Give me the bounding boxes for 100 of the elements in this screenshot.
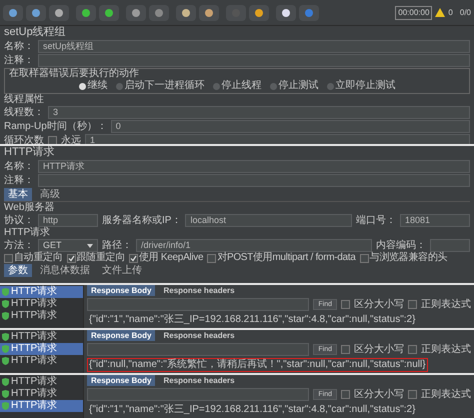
checkbox[interactable] [341, 345, 350, 354]
server-field[interactable]: localhost [185, 214, 352, 227]
search-field[interactable] [87, 343, 310, 356]
checkbox-label: 区分大小写 [354, 298, 404, 312]
field-label: 服务器名称或IP： [102, 216, 182, 226]
tree-item[interactable]: HTTP请求 [0, 286, 83, 298]
tree-item[interactable]: HTTP请求 [0, 310, 83, 322]
name-field[interactable]: setUp线程组 [38, 40, 470, 53]
checkbox-label: 与浏览器兼容的头 [370, 253, 448, 263]
checkbox[interactable] [408, 300, 417, 309]
radio-option[interactable]: 继续 [78, 81, 108, 91]
checkbox[interactable] [341, 300, 350, 309]
radio-option[interactable]: 立即停止测试 [326, 81, 396, 91]
path-field[interactable]: /driver/info/1 [136, 239, 372, 252]
field-label: 端口号： [356, 216, 396, 226]
tab[interactable]: 基本 [4, 188, 32, 201]
section-label: HTTP请求 [4, 228, 52, 238]
field-label: 路径： [102, 240, 132, 250]
loops-field[interactable]: 1 [85, 134, 470, 144]
protocol-field[interactable]: http [38, 214, 98, 227]
field-label: 注释： [4, 176, 34, 186]
rampup-field[interactable]: 0 [110, 120, 470, 133]
checkbox[interactable] [360, 254, 369, 262]
group-legend: 在取样器错误后要执行的动作 [9, 69, 465, 79]
panel-title: setUp线程组 [4, 26, 67, 39]
radio-option[interactable]: 启动下一进程循环 [116, 81, 204, 91]
method-dropdown[interactable]: GET [38, 239, 98, 252]
comment-field[interactable] [38, 174, 470, 187]
comment-field[interactable] [38, 54, 470, 67]
field-label: 注释： [4, 56, 34, 66]
tab[interactable]: 消息体数据 [36, 264, 94, 277]
timer: 00:00:00 [395, 6, 432, 20]
checkbox-label: 区分大小写 [354, 342, 404, 357]
toolbar-button[interactable] [76, 4, 96, 20]
response-text: {"id":"1","name":"张三_IP=192.168.211.116","star":4.8,"car":null,"status":2} [88, 403, 416, 417]
tab[interactable]: Response Body [87, 330, 156, 341]
field-label: 名称： [4, 42, 34, 52]
toolbar-button[interactable] [3, 4, 23, 20]
port-field[interactable]: 18081 [400, 214, 470, 227]
field-label: 名称： [4, 162, 34, 172]
name-field[interactable]: HTTP请求 [38, 160, 470, 173]
radio-option[interactable]: 停止测试 [270, 81, 318, 91]
tree-item[interactable]: HTTP请求 [0, 298, 83, 310]
panel-title: HTTP请求 [4, 146, 56, 159]
tree-item[interactable]: HTTP请求 [0, 400, 83, 412]
checkbox[interactable] [408, 390, 417, 399]
tree-item[interactable]: HTTP请求 [0, 331, 83, 343]
search-field[interactable] [87, 298, 310, 311]
checkbox[interactable] [408, 345, 417, 354]
checkbox-label: 对POST使用multipart / form-data [217, 253, 356, 263]
encoding-field[interactable] [430, 239, 470, 252]
checkbox[interactable] [341, 390, 350, 399]
checkbox[interactable] [207, 254, 216, 262]
field-label: Ramp-Up时间（秒）： [4, 122, 107, 132]
checkbox[interactable] [48, 136, 57, 144]
field-label: 协议： [4, 216, 34, 226]
toolbar-button[interactable] [26, 4, 46, 20]
tree-item[interactable]: HTTP请求 [0, 388, 83, 400]
caret-icon [87, 244, 93, 248]
checkbox[interactable] [66, 254, 76, 262]
checkbox-label: 正则表达式 [421, 298, 471, 312]
threads-field[interactable]: 3 [48, 106, 470, 119]
tree-item[interactable]: HTTP请求 [0, 355, 83, 367]
toolbar-button[interactable] [276, 4, 296, 20]
checkbox[interactable] [129, 254, 138, 262]
checkbox-label: 正则表达式 [421, 388, 471, 402]
checkbox-label: 使用 KeepAlive [139, 253, 204, 263]
tab[interactable]: Response headers [159, 285, 239, 296]
tab[interactable]: Response Body [87, 285, 156, 296]
checkbox-label: 永远 [61, 136, 81, 144]
checkbox-label: 区分大小写 [354, 388, 404, 402]
tab[interactable]: 参数 [4, 264, 32, 277]
radio-option[interactable]: 停止线程 [212, 81, 262, 91]
tab[interactable]: 文件上传 [98, 264, 146, 277]
section-label: 线程属性 [4, 95, 45, 105]
tab[interactable]: Response headers [159, 375, 239, 386]
tab[interactable]: Response Body [87, 375, 156, 386]
field-label: 循环次数 [4, 136, 44, 144]
checkbox-label: 自动重定向 [14, 253, 63, 263]
toolbar-button[interactable] [99, 4, 119, 20]
search-field[interactable] [87, 388, 310, 401]
toolbar-button[interactable] [176, 4, 196, 20]
toolbar-button[interactable] [199, 4, 219, 20]
response-text: {"id":null,"name":"系统繁忙，请稍后再试！","star":null,"car":null,"status":null} [87, 358, 428, 372]
field-label: 方法： [4, 240, 34, 250]
checkbox-label: 跟随重定向 [76, 253, 126, 263]
field-label: 内容编码： [376, 240, 426, 250]
checkbox[interactable] [4, 254, 13, 262]
checkbox-label: 正则表达式 [421, 342, 471, 357]
warning-count: 0 [448, 6, 453, 18]
tab[interactable]: 高级 [36, 188, 64, 201]
tree-item[interactable]: HTTP请求 [0, 343, 83, 355]
tab[interactable]: Response headers [159, 330, 239, 341]
tree-item[interactable]: HTTP请求 [0, 376, 83, 388]
field-label: 线程数： [4, 108, 44, 118]
toolbar-button[interactable] [249, 4, 269, 20]
response-text: {"id":"1","name":"张三_IP=192.168.211.116","star":4.8,"car":null,"status":2} [88, 313, 416, 327]
thread-counter: 0/0 [460, 6, 471, 18]
toolbar-button[interactable] [49, 4, 69, 20]
toolbar-button[interactable] [126, 4, 146, 20]
